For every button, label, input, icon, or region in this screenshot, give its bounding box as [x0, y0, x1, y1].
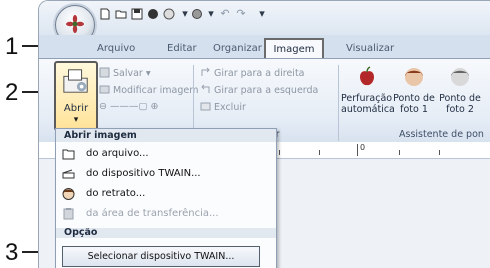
stitch-icon[interactable] [163, 8, 175, 20]
callout-3: 3 [5, 239, 19, 266]
menu-item-from-clipboard: da área de transferência... [56, 204, 276, 224]
clipboard-icon [63, 208, 74, 220]
menu-item-from-twain[interactable]: do dispositivo TWAIN... [56, 164, 276, 184]
photo-stitch-2-button[interactable]: Ponto de foto 2 [437, 63, 483, 125]
photo-stitch-2-label: Ponto de foto 2 [439, 93, 481, 115]
ruler-tick [357, 144, 358, 156]
tab-imagem[interactable]: Imagem [264, 38, 324, 61]
modify-image-label: Modificar imagem [113, 85, 199, 96]
record-icon[interactable] [147, 8, 159, 20]
menu-item-label: do retrato... [86, 188, 146, 199]
ribbon-tab-row: Arquivo Editar Organizar Imagem Visualiz… [39, 35, 490, 61]
app-window: ▾ ▾ ↶ ↷ ▾ Arquivo Editar Organizar Image… [38, 0, 490, 268]
color-dropdown-icon[interactable]: ▾ [205, 8, 217, 20]
rotate-left-icon [201, 84, 210, 93]
delete-label: Excluir [214, 102, 246, 113]
callout-2: 2 [5, 79, 19, 106]
zoom-slider[interactable]: ⊖ ———▢ ⊕ [99, 101, 158, 112]
menu-item-from-portrait[interactable]: do retrato... [56, 184, 276, 204]
portrait-1-icon [405, 68, 423, 86]
ruler-tick [319, 150, 320, 155]
qat-dropdown-icon[interactable]: ▾ [179, 8, 191, 20]
save-label: Salvar [113, 68, 143, 79]
scanner-icon [62, 169, 75, 179]
menu-item-label: da área de transferência... [86, 208, 219, 219]
callout-1: 1 [5, 33, 19, 60]
color-icon[interactable] [191, 8, 203, 20]
photo-stitch-1-button[interactable]: Ponto de foto 1 [391, 63, 437, 125]
menu-item-from-file[interactable]: do arquivo... [56, 144, 276, 164]
rotate-left-button[interactable]: Girar para a esquerda [200, 84, 318, 96]
save-button[interactable]: Salvar ▾ [99, 67, 151, 79]
apple-icon [360, 66, 374, 86]
tab-editar[interactable]: Editar [159, 39, 205, 59]
save-icon[interactable] [131, 8, 143, 20]
zoom-in-icon[interactable]: ⊕ [150, 101, 158, 112]
rotate-right-label: Girar para a direita [214, 68, 305, 79]
ruler-tick [279, 150, 280, 155]
customize-qat-icon[interactable]: ▾ [256, 8, 268, 20]
group-separator [338, 65, 339, 141]
zoom-out-icon[interactable]: ⊖ [99, 101, 107, 112]
ruler-zero-label: 0 [360, 143, 366, 152]
tab-arquivo[interactable]: Arquivo [89, 39, 143, 59]
portrait-2-icon [451, 68, 469, 86]
photo-stitch-1-label: Ponto de foto 1 [393, 93, 435, 115]
menu-options-header: Opção [56, 228, 276, 238]
save-small-icon [99, 67, 110, 78]
menu-header: Abrir imagem [56, 129, 276, 142]
delete-icon [200, 102, 211, 111]
open-folder-icon[interactable] [115, 8, 127, 20]
abrir-dropdown-icon: ▾ [73, 115, 79, 125]
modify-image-icon [99, 85, 110, 94]
portrait-icon [62, 188, 75, 200]
abrir-imagem-menu: Abrir imagem do arquivo... do dispositiv… [55, 128, 277, 268]
tab-visualizar[interactable]: Visualizar [338, 39, 402, 59]
rotate-right-icon [201, 67, 210, 76]
folder-icon [62, 149, 75, 160]
group-label-assistente: Assistente de pon [399, 129, 484, 140]
redo-icon[interactable]: ↷ [235, 8, 247, 20]
menu-item-label: do dispositivo TWAIN... [86, 168, 201, 179]
rotate-left-label: Girar para a esquerda [214, 85, 319, 96]
tab-organizar[interactable]: Organizar [205, 39, 270, 59]
menu-item-label: do arquivo... [86, 148, 149, 159]
open-image-icon [63, 69, 88, 93]
new-file-icon[interactable] [99, 8, 111, 20]
undo-icon[interactable]: ↶ [219, 8, 231, 20]
abrir-button[interactable]: Abrir ▾ [54, 61, 98, 131]
auto-punch-button[interactable]: Perfuração automática [341, 63, 395, 125]
select-twain-device-button[interactable]: Selecionar dispositivo TWAIN... [62, 246, 260, 267]
app-logo-icon [66, 15, 84, 33]
auto-punch-label: Perfuração automática [341, 93, 395, 115]
abrir-label: Abrir [63, 103, 89, 114]
modify-image-button[interactable]: Modificar imagem [99, 84, 198, 96]
title-bar: ▾ ▾ ↶ ↷ ▾ [39, 1, 490, 45]
rotate-right-button[interactable]: Girar para a direita [200, 67, 305, 79]
ruler-tick [439, 150, 440, 155]
delete-button[interactable]: Excluir [200, 101, 246, 113]
ruler-tick [399, 150, 400, 155]
